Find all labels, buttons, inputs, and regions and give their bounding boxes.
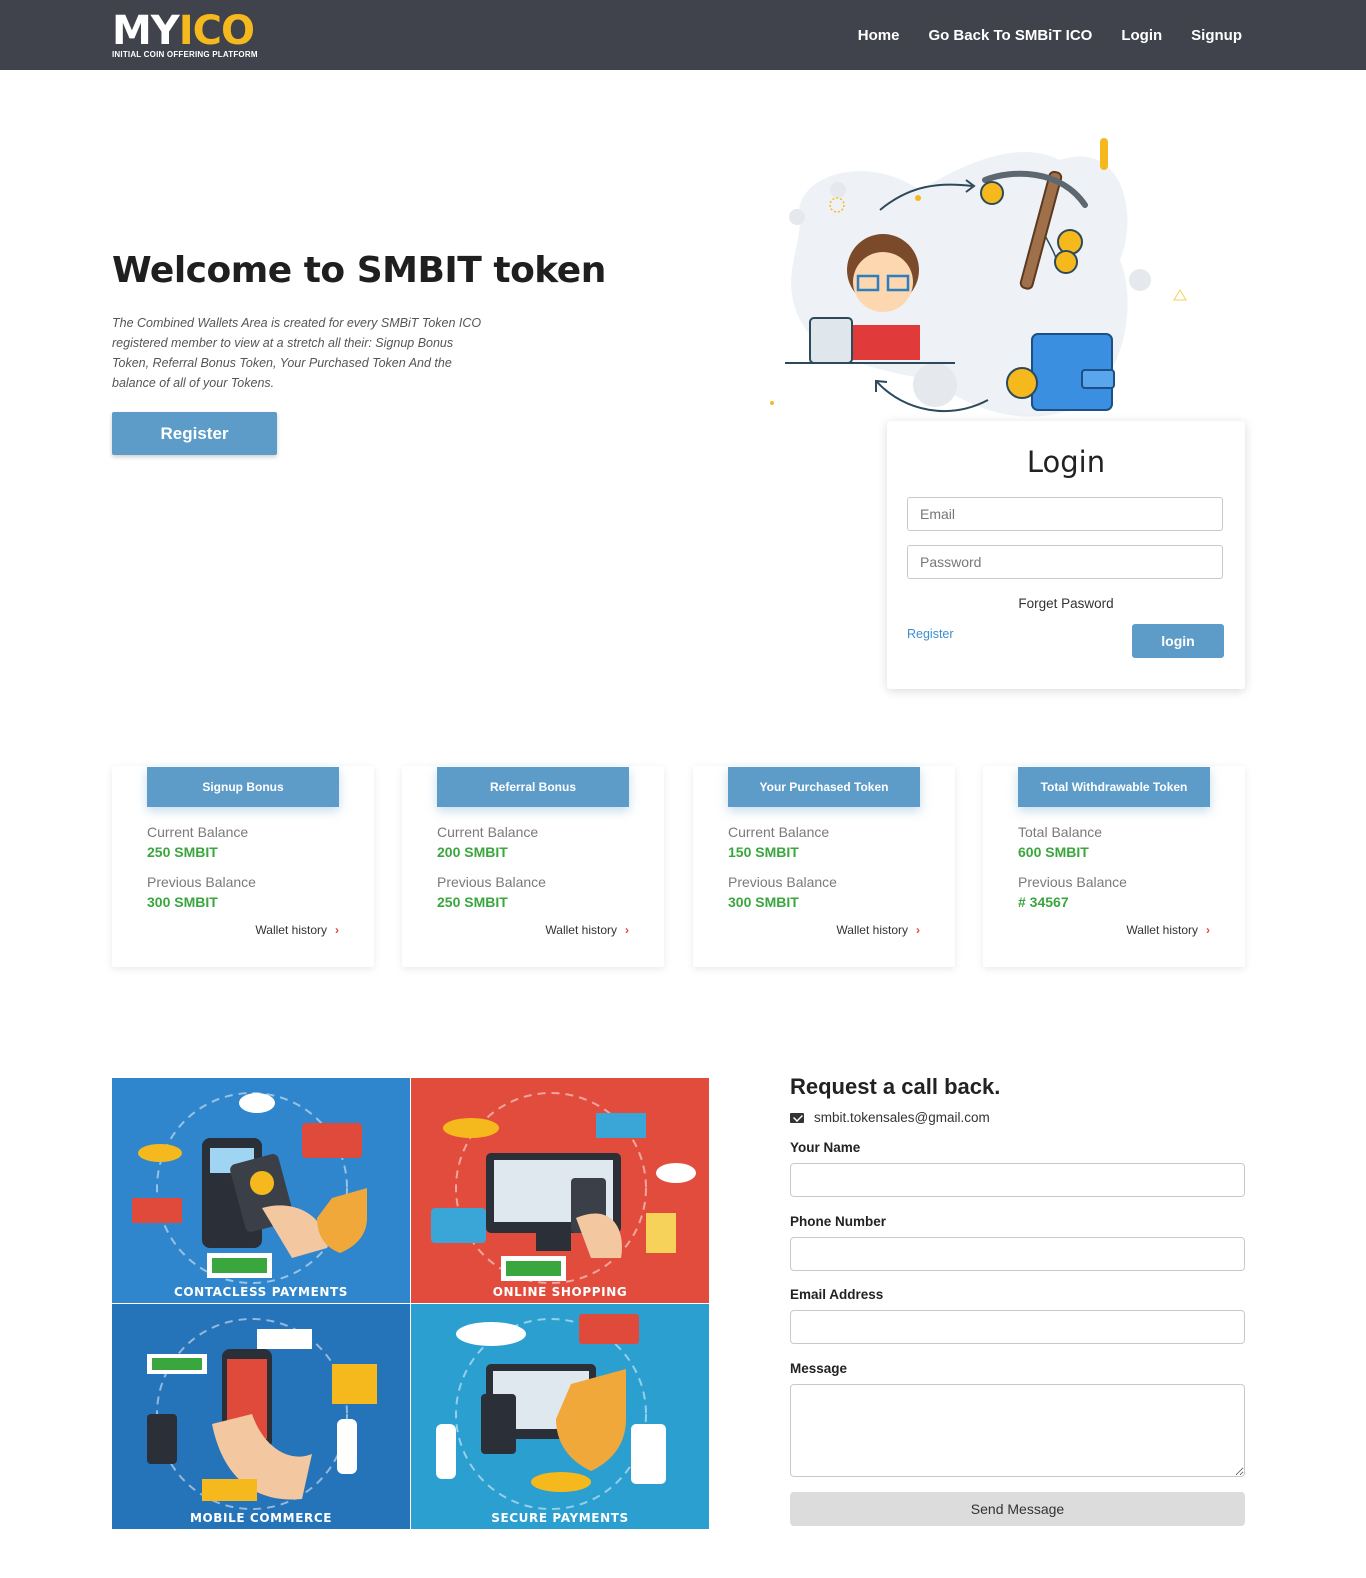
envelope-icon [790, 1112, 804, 1123]
total-balance-value: 600 SMBIT [1018, 844, 1089, 860]
login-submit-button[interactable]: login [1132, 624, 1224, 658]
crypto-mining-illustration [770, 138, 1187, 417]
previous-balance-label: Previous Balance [147, 874, 256, 890]
wallet-history-link[interactable]: Wallet history › [836, 923, 920, 937]
current-balance-value: 200 SMBIT [437, 844, 508, 860]
previous-balance-label: Previous Balance [728, 874, 837, 890]
login-title: Login [1026, 445, 1106, 479]
wallet-history-label: Wallet history [545, 923, 617, 937]
send-message-button[interactable]: Send Message [790, 1492, 1245, 1526]
tile-label: ONLINE SHOPPING [492, 1285, 628, 1299]
token-card-header: Total Withdrawable Token [1018, 767, 1210, 807]
tile-secure-payments: SECURE PAYMENTS [411, 1304, 709, 1529]
token-card-withdrawable-token: Total Withdrawable Token Total Balance 6… [983, 766, 1245, 967]
wallet-history-label: Wallet history [255, 923, 327, 937]
tile-label: SECURE PAYMENTS [491, 1511, 629, 1525]
nav-link-login[interactable]: Login [1121, 27, 1162, 44]
wallet-history-label: Wallet history [836, 923, 908, 937]
wallet-history-label: Wallet history [1126, 923, 1198, 937]
token-card-signup-bonus: Signup Bonus Current Balance 250 SMBIT P… [112, 766, 374, 967]
previous-balance-value: 250 SMBIT [437, 894, 508, 910]
current-balance-value: 150 SMBIT [728, 844, 799, 860]
message-textarea[interactable] [790, 1384, 1245, 1477]
wallet-history-link[interactable]: Wallet history › [255, 923, 339, 937]
current-balance-label: Current Balance [147, 824, 249, 840]
logo-accent-text: ICO [178, 8, 255, 54]
tile-contactless-payments: CONTACLESS PAYMENTS [112, 1078, 410, 1303]
hero-register-button[interactable]: Register [112, 412, 277, 455]
top-navbar: MYICO INITIAL COIN OFFERING PLATFORM Hom… [0, 0, 1366, 70]
logo-main-text: MY [112, 8, 180, 54]
previous-balance-label: Previous Balance [1018, 874, 1127, 890]
token-card-header: Signup Bonus [147, 767, 339, 807]
previous-balance-label: Previous Balance [437, 874, 546, 890]
nav-link-back-to-smbit-ico[interactable]: Go Back To SMBiT ICO [928, 27, 1092, 44]
hero-description: The Combined Wallets Area is created for… [112, 316, 482, 390]
total-balance-label: Total Balance [1018, 824, 1103, 840]
current-balance-label: Current Balance [437, 824, 539, 840]
logo-wordmark: MYICO [112, 10, 282, 52]
chevron-right-icon: › [625, 923, 629, 937]
phone-number-input[interactable] [790, 1237, 1245, 1271]
current-balance-value: 250 SMBIT [147, 844, 218, 860]
tile-label: CONTACLESS PAYMENTS [173, 1285, 349, 1299]
wallet-history-link[interactable]: Wallet history › [1126, 923, 1210, 937]
myico-logo[interactable]: MYICO INITIAL COIN OFFERING PLATFORM [112, 10, 282, 62]
email-address-input[interactable] [790, 1310, 1245, 1344]
phone-number-label: Phone Number [790, 1214, 887, 1229]
callback-title: Request a call back. [790, 1074, 1001, 1099]
online-shopping-icon [431, 1092, 696, 1284]
your-name-input[interactable] [790, 1163, 1245, 1197]
wallet-history-link[interactable]: Wallet history › [545, 923, 629, 937]
hero-title: Welcome to SMBIT token [112, 250, 606, 291]
contact-email-text: smbit.tokensales@gmail.com [814, 1110, 990, 1125]
nav-link-home[interactable]: Home [858, 27, 900, 44]
login-register-link[interactable]: Register [907, 627, 954, 641]
callback-contact-email: smbit.tokensales@gmail.com [790, 1110, 990, 1125]
token-card-referral-bonus: Referral Bonus Current Balance 200 SMBIT… [402, 766, 664, 967]
logo-tagline: INITIAL COIN OFFERING PLATFORM [112, 50, 258, 59]
token-card-purchased-token: Your Purchased Token Current Balance 150… [693, 766, 955, 967]
token-card-header: Your Purchased Token [728, 767, 920, 807]
login-email-input[interactable] [907, 497, 1223, 531]
nav-link-signup[interactable]: Signup [1191, 27, 1242, 44]
login-password-input[interactable] [907, 545, 1223, 579]
previous-balance-value: 300 SMBIT [728, 894, 799, 910]
chevron-right-icon: › [1206, 923, 1210, 937]
nav-links: Home Go Back To SMBiT ICO Login Signup [829, 0, 1242, 70]
contactless-payment-icon [132, 1092, 367, 1284]
chevron-right-icon: › [916, 923, 920, 937]
previous-balance-value: # 34567 [1018, 894, 1069, 910]
message-label: Message [790, 1361, 848, 1376]
forget-password-link[interactable]: Forget Pasword [887, 596, 1245, 611]
mobile-commerce-icon [147, 1318, 377, 1510]
payment-methods-image: CONTACLESS PAYMENTS ONLINE SHOPPING MOBI… [112, 1078, 709, 1529]
email-address-label: Email Address [790, 1287, 884, 1302]
token-card-header: Referral Bonus [437, 767, 629, 807]
previous-balance-value: 300 SMBIT [147, 894, 218, 910]
secure-payments-icon [436, 1314, 666, 1510]
tile-mobile-commerce: MOBILE COMMERCE [112, 1304, 410, 1529]
tile-label: MOBILE COMMERCE [189, 1511, 333, 1525]
chevron-right-icon: › [335, 923, 339, 937]
login-card: Login Forget Pasword Register login [887, 421, 1245, 689]
current-balance-label: Current Balance [728, 824, 830, 840]
tile-online-shopping: ONLINE SHOPPING [411, 1078, 709, 1303]
your-name-label: Your Name [790, 1140, 861, 1155]
